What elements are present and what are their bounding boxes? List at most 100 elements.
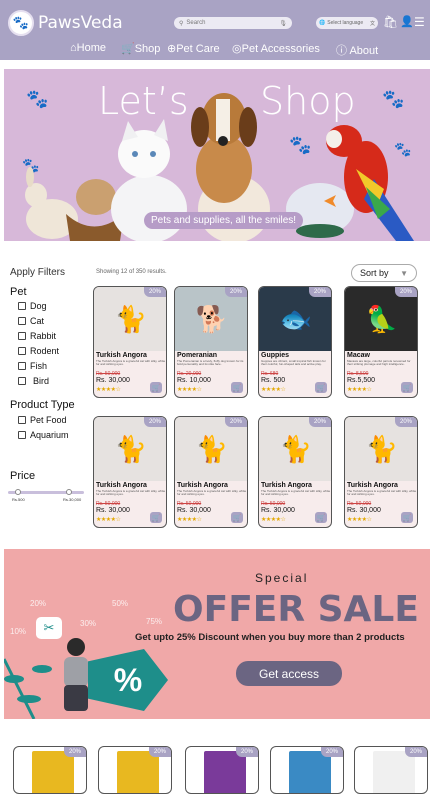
checkbox[interactable] [18,332,26,340]
rating-stars: ★★★★☆ [261,387,286,393]
product-card[interactable]: 🐈 20% Turkish Angora The Turkish Angora is … [174,416,248,528]
user-icon[interactable]: 👤 [400,14,414,30]
sort-label: Sort by [360,268,389,278]
hero-banner: 🐾 🐾 🐾 🐾 🐾 Let’s Shop Pets and supplies, … [4,69,430,241]
cart-icon: 🛒 [121,43,135,55]
offer-banner: 20% 50% 30% 75% 10% ✂ % Special OFFER SA… [4,549,430,719]
add-to-cart-icon[interactable]: 🛒 [150,382,162,393]
product-package-image[interactable] [204,751,246,793]
product-package-image[interactable] [117,751,159,793]
add-to-cart-icon[interactable]: 🛒 [231,512,243,523]
nav-shop[interactable]: 🛒Shop [121,42,160,55]
filter-aquarium[interactable]: Aquarium [18,430,69,440]
product-description: The Turkish Angora is a graceful cat wit… [177,489,247,497]
brand-name[interactable]: PawsVeda [38,13,123,33]
product-card[interactable]: 🐕 20% Pomeranian The Pomeranian is a lively… [174,286,248,398]
product-name[interactable]: Pomeranian [177,352,217,359]
product-name[interactable]: Turkish Angora [347,482,398,489]
product-name[interactable]: Guppies [261,352,289,359]
discount-badge: 20% [308,287,331,297]
filter-fish[interactable]: Fish [18,361,47,371]
product-card[interactable]: 20% [185,746,259,794]
product-price: Rs. 30,000 [177,507,211,514]
product-package-image[interactable] [373,751,415,793]
discount-badge: 20% [404,747,427,757]
nav-about[interactable]: ⓘ About [336,42,378,58]
product-card[interactable]: 🐈 20% Turkish Angora The Turkish Angora is … [344,416,418,528]
add-to-cart-icon[interactable]: 🛒 [315,512,327,523]
discount-badge: 20% [235,747,258,757]
filter-cat[interactable]: Cat [18,316,44,326]
add-to-cart-icon[interactable]: 🛒 [315,382,327,393]
pet-care-icon: ⊕ [167,43,177,55]
product-card[interactable]: 20% [270,746,344,794]
search-input[interactable]: ⚲ Search 🎙 [174,17,292,29]
filter-dog[interactable]: Dog [18,301,47,311]
discount-badge: 20% [394,417,417,427]
rating-stars: ★★★★☆ [177,387,202,393]
checkbox[interactable] [18,302,26,310]
product-description: The Pomeranian is a lively, fluffy dog k… [177,359,244,367]
filter-rabbit[interactable]: Rabbit [18,331,56,341]
product-package-image[interactable] [32,751,74,793]
filter-rodent[interactable]: Rodent [18,346,59,356]
checkbox[interactable] [18,317,26,325]
floating-percent: 50% [112,599,129,608]
product-card[interactable]: 20% [13,746,87,794]
nav-pet-accessories[interactable]: ◎Pet Accessories [232,42,320,55]
checkbox[interactable] [18,431,26,439]
filter-bird[interactable]: Bird [18,376,49,386]
discount-badge: 20% [143,287,166,297]
floating-percent: 75% [146,617,163,626]
paw-logo-icon[interactable]: 🐾 [8,10,34,36]
get-access-button[interactable]: Get access [236,661,342,686]
product-price: Rs. 30,000 [347,507,381,514]
add-to-cart-icon[interactable]: 🛒 [150,512,162,523]
product-card[interactable]: 🐈 20% Turkish Angora The Turkish Angora is … [93,286,167,398]
translate-icon: 文 [369,20,375,27]
product-name[interactable]: Turkish Angora [96,352,147,359]
sort-dropdown[interactable]: Sort by ▼ [351,264,417,282]
add-to-cart-icon[interactable]: 🛒 [401,512,413,523]
product-name[interactable]: Macaw [347,352,370,359]
price-min: Rs.500 [12,497,25,502]
product-card[interactable]: 20% [354,746,428,794]
home-icon: ⌂ [70,42,77,54]
search-icon: ⚲ [179,20,184,27]
checkbox[interactable] [18,416,26,424]
add-to-cart-icon[interactable]: 🛒 [401,382,413,393]
product-card[interactable]: 🐟 20% Guppies Guppies are vibrant, small tr… [258,286,332,398]
menu-icon[interactable]: ☰ [414,14,425,30]
plant-illustration [4,658,52,719]
product-name[interactable]: Turkish Angora [261,482,312,489]
mic-icon[interactable]: 🎙 [279,20,287,27]
filters-heading: Apply Filters [10,267,66,278]
nav-home[interactable]: ⌂Home [70,42,106,54]
product-name[interactable]: Turkish Angora [96,482,147,489]
product-card[interactable]: 20% [98,746,172,794]
checkbox[interactable] [18,362,26,370]
product-card[interactable]: 🐈 20% Turkish Angora The Turkish Angora is … [258,416,332,528]
product-description: Macaws are large, colorful parrots renow… [347,359,411,367]
language-select[interactable]: 🌐 Select language 文 [316,17,378,29]
product-type-heading: Product Type [10,399,75,411]
product-price: Rs.5,500 [347,377,376,384]
price-slider-max-handle[interactable] [66,489,72,495]
checkbox[interactable] [18,347,26,355]
rating-stars: ★★★★☆ [96,387,121,393]
add-to-cart-icon[interactable]: 🛒 [231,382,243,393]
product-description: The Turkish Angora is a graceful cat wit… [347,489,417,497]
product-card[interactable]: 🦜 20% Macaw Macaws are large, colorful parr… [344,286,418,398]
offer-special: Special [255,571,309,585]
product-description: Guppies are vibrant, small tropical fish… [261,359,326,367]
price-slider-min-handle[interactable] [15,489,21,495]
checkbox[interactable] [18,377,26,385]
discount-badge: 20% [320,747,343,757]
product-name[interactable]: Turkish Angora [177,482,228,489]
rating-stars: ★★★★☆ [261,517,286,523]
product-package-image[interactable] [289,751,331,793]
filter-pet-food[interactable]: Pet Food [18,415,67,425]
nav-pet-care[interactable]: ⊕Pet Care [167,42,220,55]
product-card[interactable]: 🐈 20% Turkish Angora The Turkish Angora is … [93,416,167,528]
shopping-bag-icon[interactable]: 🛍 [383,14,398,30]
